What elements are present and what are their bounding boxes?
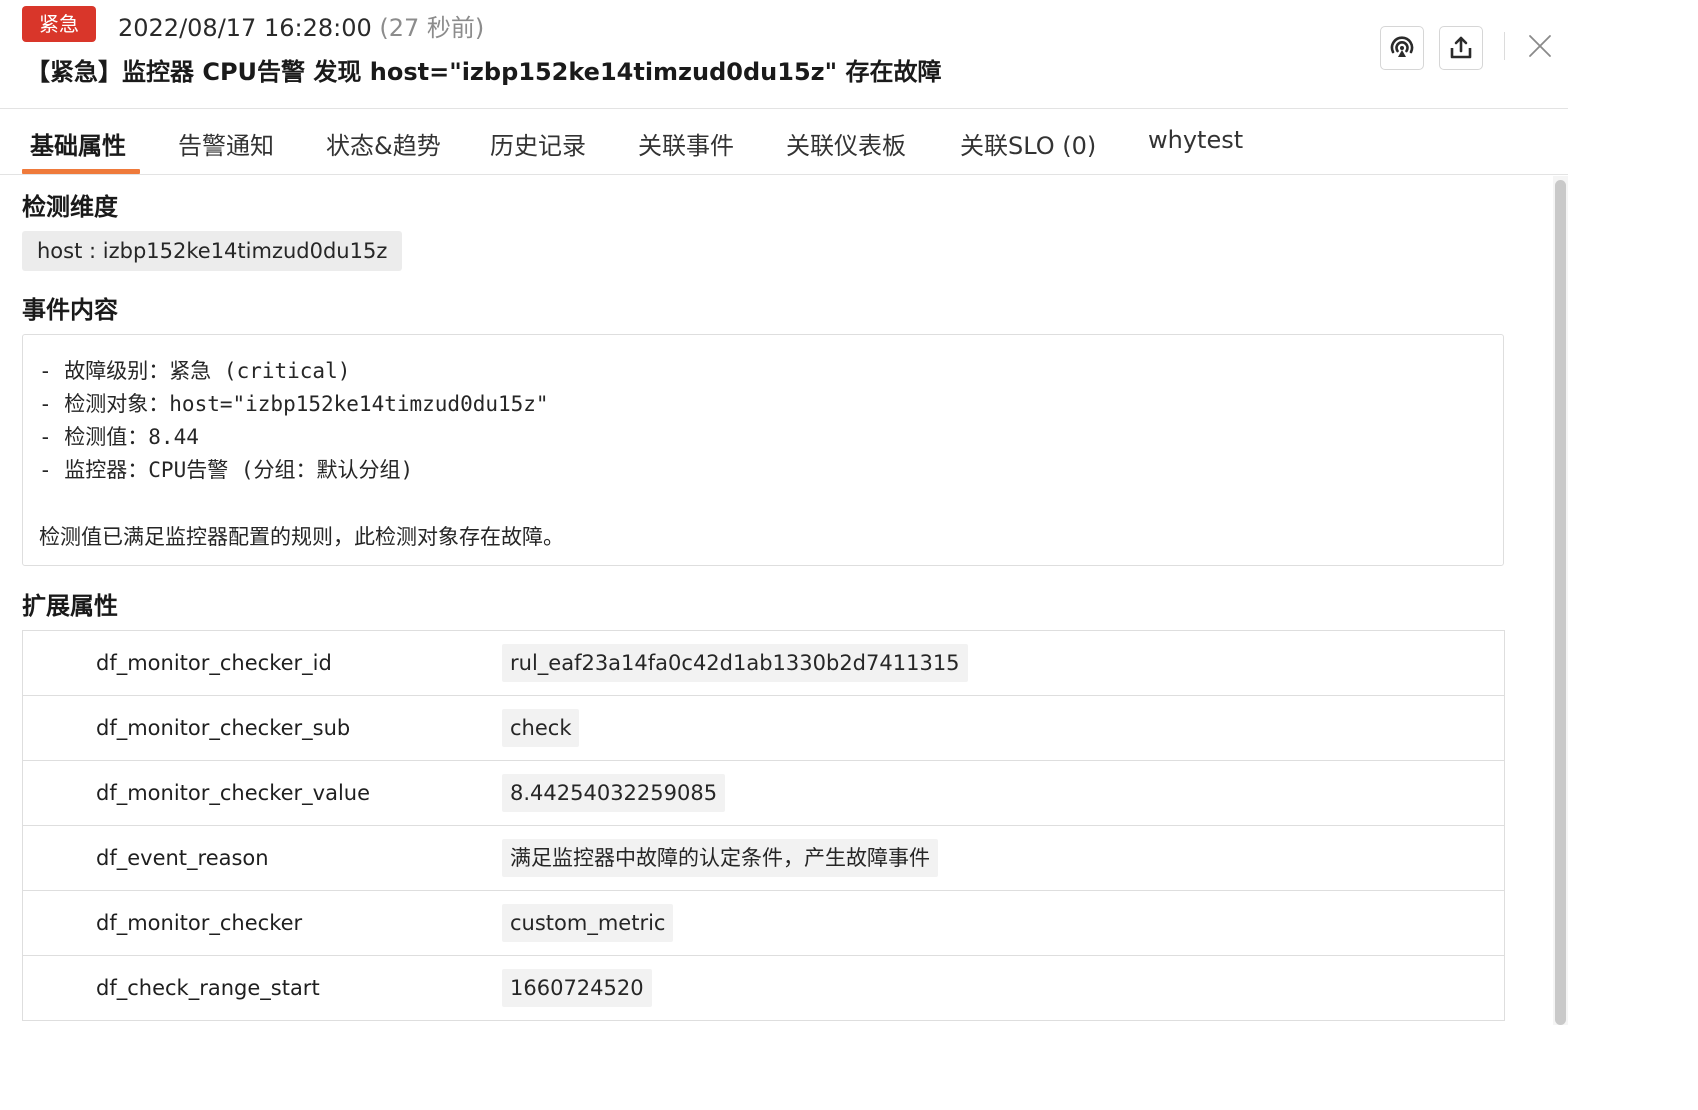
table-row: df_check_range_start 1660724520: [23, 956, 1504, 1021]
tab-related-dashboards[interactable]: 关联仪表板: [786, 126, 906, 161]
detail-tabs: 基础属性 告警通知 状态&趋势 历史记录 关联事件 关联仪表板 关联SLO (0…: [0, 108, 1568, 175]
event-time: 2022/08/17 16:28:00 (27 秒前): [118, 8, 484, 43]
scrollbar-thumb[interactable]: [1555, 180, 1566, 1025]
table-row: df_monitor_checker_sub check: [23, 696, 1504, 761]
property-key: df_monitor_checker_sub: [96, 716, 351, 740]
property-value: 满足监控器中故障的认定条件，产生故障事件: [502, 839, 938, 877]
event-timestamp: 2022/08/17 16:28:00: [118, 14, 372, 42]
property-key: df_check_range_start: [96, 976, 320, 1000]
event-content-section-title: 事件内容: [22, 296, 118, 324]
close-icon: [1529, 35, 1551, 57]
event-header: 紧急 2022/08/17 16:28:00 (27 秒前) 【紧急】监控器 C…: [0, 0, 1568, 109]
property-value: check: [502, 709, 580, 747]
table-row: df_monitor_checker custom_metric: [23, 891, 1504, 956]
tab-history[interactable]: 历史记录: [490, 126, 586, 161]
property-value: 1660724520: [502, 969, 652, 1007]
property-value: rul_eaf23a14fa0c42d1ab1330b2d7411315: [502, 644, 968, 682]
property-key: df_monitor_checker_value: [96, 781, 371, 805]
event-time-ago: (27 秒前): [379, 14, 485, 42]
tab-related-slo[interactable]: 关联SLO (0): [960, 126, 1096, 161]
property-value: custom_metric: [502, 904, 674, 942]
property-key: df_monitor_checker_id: [96, 651, 332, 675]
event-title: 【紧急】监控器 CPU告警 发现 host="izbp152ke14timzud…: [26, 58, 942, 86]
dimension-tag: host : izbp152ke14timzud0du15z: [22, 231, 403, 271]
header-divider: [1504, 32, 1505, 60]
table-row: df_monitor_checker_value 8.4425403225908…: [23, 761, 1504, 826]
extended-section-title: 扩展属性: [22, 592, 118, 620]
property-key: df_monitor_checker: [96, 911, 303, 935]
event-content-line: - 检测对象：host="izbp152ke14timzud0du15z": [39, 392, 549, 416]
export-button[interactable]: [1439, 26, 1483, 70]
close-button[interactable]: [1526, 32, 1554, 60]
export-icon: [1450, 36, 1472, 59]
property-value: 8.44254032259085: [502, 774, 726, 812]
tab-status-trend[interactable]: 状态&趋势: [326, 126, 441, 161]
event-content-line: - 故障级别：紧急 (critical): [39, 359, 351, 383]
event-content-summary: 检测值已满足监控器配置的规则，此检测对象存在故障。: [39, 525, 564, 549]
property-key: df_event_reason: [96, 846, 269, 870]
subscribe-button[interactable]: [1380, 26, 1424, 70]
extended-properties-table: df_monitor_checker_id rul_eaf23a14fa0c42…: [22, 630, 1505, 1021]
tab-related-events[interactable]: 关联事件: [638, 126, 734, 161]
event-content-line: - 监控器：CPU告警 (分组：默认分组): [39, 458, 414, 482]
tab-basic-properties[interactable]: 基础属性: [30, 126, 126, 161]
table-row: df_event_reason 满足监控器中故障的认定条件，产生故障事件: [23, 826, 1504, 891]
table-row: df_monitor_checker_id rul_eaf23a14fa0c42…: [23, 631, 1504, 696]
severity-badge: 紧急: [22, 6, 96, 42]
event-content-box: - 故障级别：紧急 (critical) - 检测对象：host="izbp15…: [22, 334, 1504, 566]
tab-alert-notification[interactable]: 告警通知: [178, 126, 274, 161]
tab-whytest[interactable]: whytest: [1148, 126, 1243, 154]
event-content-line: - 检测值：8.44: [39, 425, 199, 449]
dimension-section-title: 检测维度: [22, 193, 118, 221]
signal-icon: [1390, 36, 1414, 57]
active-tab-indicator: [22, 169, 140, 174]
